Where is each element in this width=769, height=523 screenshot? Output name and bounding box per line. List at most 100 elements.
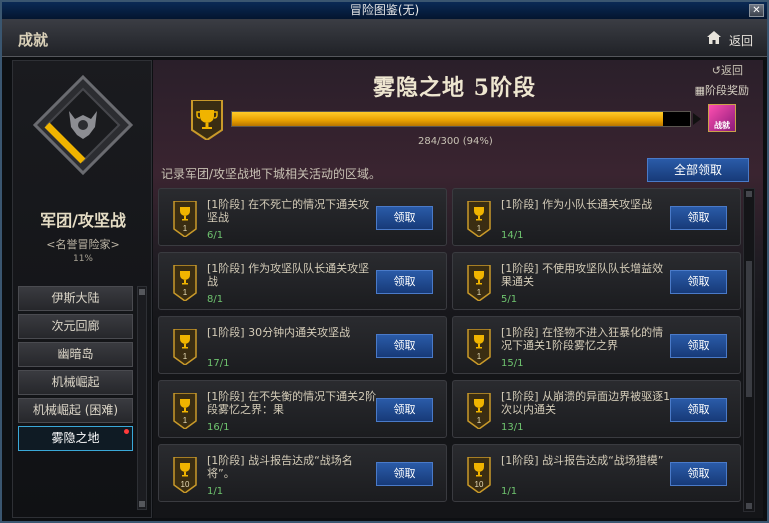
nav-item-dimension-corridor[interactable]: 次元回廊	[18, 314, 133, 339]
achievement-title: [1阶段] 在不死亡的情况下通关攻坚战	[207, 198, 370, 224]
notification-dot	[124, 429, 129, 434]
scroll-down-icon[interactable]	[139, 501, 145, 507]
achievement-title: [1阶段] 30分钟内通关攻坚战	[207, 326, 351, 339]
claim-button[interactable]: 领取	[670, 462, 727, 486]
claim-button[interactable]: 领取	[376, 462, 433, 486]
claim-button[interactable]: 领取	[670, 398, 727, 422]
achievement-title: [1阶段] 从崩溃的异面边界被驱逐1次以内通关	[501, 390, 671, 416]
reward-item-icon[interactable]: 战就	[708, 104, 736, 132]
badge-count: 1	[183, 352, 188, 361]
badge-count: 1	[183, 416, 188, 425]
achievement-card: 1 [1阶段] 作为攻坚队队长通关攻坚战 8/1 领取	[158, 252, 447, 310]
badge-count: 1	[477, 224, 482, 233]
nav-item-machine-rise-hard[interactable]: 机械崛起 (困难)	[18, 398, 133, 423]
achievement-title: [1阶段] 在不失衡的情况下通关2阶段雾忆之界：果	[207, 390, 377, 416]
title-bar: 冒险图鉴(无) ✕	[2, 2, 767, 19]
claim-button[interactable]: 领取	[670, 206, 727, 230]
claim-button[interactable]: 领取	[670, 270, 727, 294]
stage-progress-text: 284/300 (94%)	[418, 136, 493, 147]
close-icon[interactable]: ✕	[749, 4, 764, 17]
claim-button[interactable]: 领取	[670, 334, 727, 358]
area-nav-list: 伊斯大陆 次元回廊 幽暗岛 机械崛起 机械崛起 (困难) 雾隐之地	[18, 286, 133, 454]
scroll-up-icon[interactable]	[139, 289, 145, 295]
category-emblem-icon	[33, 75, 133, 176]
achievement-progress: 13/1	[501, 422, 524, 433]
achievement-progress: 5/1	[501, 294, 518, 305]
trophy-icon: 1	[467, 393, 491, 429]
stage-reward-label: 阶段奖励	[705, 84, 749, 97]
claim-button[interactable]: 领取	[376, 206, 433, 230]
category-percent: 11%	[72, 254, 93, 264]
reward-item-label: 战就	[714, 121, 730, 130]
achievement-card: 1 [1阶段] 不使用攻坚队队长增益效果通关 5/1 领取	[452, 252, 741, 310]
trophy-icon: 1	[173, 265, 197, 301]
achievement-list: 1 [1阶段] 在不死亡的情况下通关攻坚战 6/1 领取 1 [1阶段] 作为小队长通关攻…	[158, 188, 743, 512]
badge-count: 1	[477, 352, 482, 361]
achievement-card: 1 [1阶段] 在不死亡的情况下通关攻坚战 6/1 领取	[158, 188, 447, 246]
badge-count: 10	[475, 480, 484, 489]
achievement-card: 1 [1阶段] 作为小队长通关攻坚战 14/1 领取	[452, 188, 741, 246]
achievement-progress: 15/1	[501, 358, 524, 369]
badge-count: 1	[183, 224, 188, 233]
sub-back-button[interactable]: ↺返回	[712, 62, 743, 78]
trophy-icon: 1	[173, 393, 197, 429]
achievement-progress: 1/1	[207, 486, 224, 497]
achievement-card: 1 [1阶段] 在不失衡的情况下通关2阶段雾忆之界：果 16/1 领取	[158, 380, 447, 438]
page-title: 成就	[18, 31, 49, 49]
trophy-icon: 1	[173, 201, 197, 237]
window-title: 冒险图鉴(无)	[349, 3, 420, 17]
stage-title: 雾隐之地 5阶段	[373, 75, 536, 101]
header-bar: 成就 返回	[2, 19, 767, 57]
badge-count: 1	[183, 288, 188, 297]
nav-item-machine-rise[interactable]: 机械崛起	[18, 370, 133, 395]
achievement-card: 1 [1阶段] 在怪物不进入狂暴化的情况下通关1阶段雾忆之界 15/1 领取	[452, 316, 741, 374]
achievement-card: 10 [1阶段] 战斗报告达成“战场猎模” 1/1 领取	[452, 444, 741, 502]
achievement-card: 1 [1阶段] 从崩溃的异面边界被驱逐1次以内通关 13/1 领取	[452, 380, 741, 438]
badge-count: 1	[477, 416, 482, 425]
stage-progress-fill	[232, 112, 663, 126]
trophy-icon: 1	[173, 329, 197, 365]
scroll-up-icon[interactable]	[746, 191, 752, 197]
achievement-title: [1阶段] 战斗报告达成“战场猎模”	[501, 454, 664, 467]
nav-item-mist-land[interactable]: 雾隐之地	[18, 426, 133, 451]
category-sidebar: 军团/攻坚战 <名誉冒险家> 11% 伊斯大陆 次元回廊 幽暗岛 机械崛起 机械…	[12, 60, 152, 518]
nav-item-isle-continent[interactable]: 伊斯大陆	[18, 286, 133, 311]
back-button[interactable]: 返回	[729, 32, 753, 49]
trophy-icon: 1	[467, 201, 491, 237]
achievement-progress: 14/1	[501, 230, 524, 241]
area-description: 记录军团/攻坚战地下城相关活动的区域。	[161, 167, 382, 181]
nav-item-label: 雾隐之地	[51, 431, 100, 445]
claim-button[interactable]: 领取	[376, 398, 433, 422]
trophy-icon: 1	[467, 265, 491, 301]
badge-count: 1	[477, 288, 482, 297]
claim-all-button[interactable]: 全部领取	[647, 158, 749, 182]
stage-reward-button[interactable]: ▦阶段奖励	[695, 82, 749, 98]
claim-button[interactable]: 领取	[376, 334, 433, 358]
home-icon[interactable]	[707, 31, 721, 44]
scroll-thumb[interactable]	[746, 261, 752, 397]
achievement-title: [1阶段] 不使用攻坚队队长增益效果通关	[501, 262, 664, 288]
app-window: 冒险图鉴(无) ✕ 成就 返回 军团/攻坚战 <名誉冒险家> 11% 伊斯大陆 …	[0, 0, 769, 523]
achievement-title: [1阶段] 作为攻坚队队长通关攻坚战	[207, 262, 370, 288]
claim-button[interactable]: 领取	[376, 270, 433, 294]
achievement-progress: 1/1	[501, 486, 518, 497]
stage-progress-bar	[231, 111, 691, 127]
progress-arrow-icon	[693, 113, 701, 125]
sub-back-label: 返回	[721, 64, 743, 77]
achievement-progress: 16/1	[207, 422, 230, 433]
scroll-down-icon[interactable]	[746, 503, 752, 509]
achievement-progress: 17/1	[207, 358, 230, 369]
main-panel: ↺返回 ▦阶段奖励 雾隐之地 5阶段 战就 284/300 (94%) 记录军团…	[153, 60, 763, 518]
trophy-icon: 10	[173, 457, 197, 493]
nav-item-dark-island[interactable]: 幽暗岛	[18, 342, 133, 367]
achievement-card: 10 [1阶段] 战斗报告达成“战场名将”。 1/1 领取	[158, 444, 447, 502]
trophy-icon: 1	[467, 329, 491, 365]
category-title: 军团/攻坚战	[40, 211, 126, 230]
badge-count: 10	[181, 480, 190, 489]
achievement-progress: 8/1	[207, 294, 224, 305]
achievement-progress: 6/1	[207, 230, 224, 241]
achievement-scrollbar[interactable]	[743, 188, 755, 512]
nav-scrollbar[interactable]	[137, 286, 147, 510]
category-subtitle: <名誉冒险家>	[46, 238, 120, 251]
trophy-icon	[191, 100, 223, 140]
